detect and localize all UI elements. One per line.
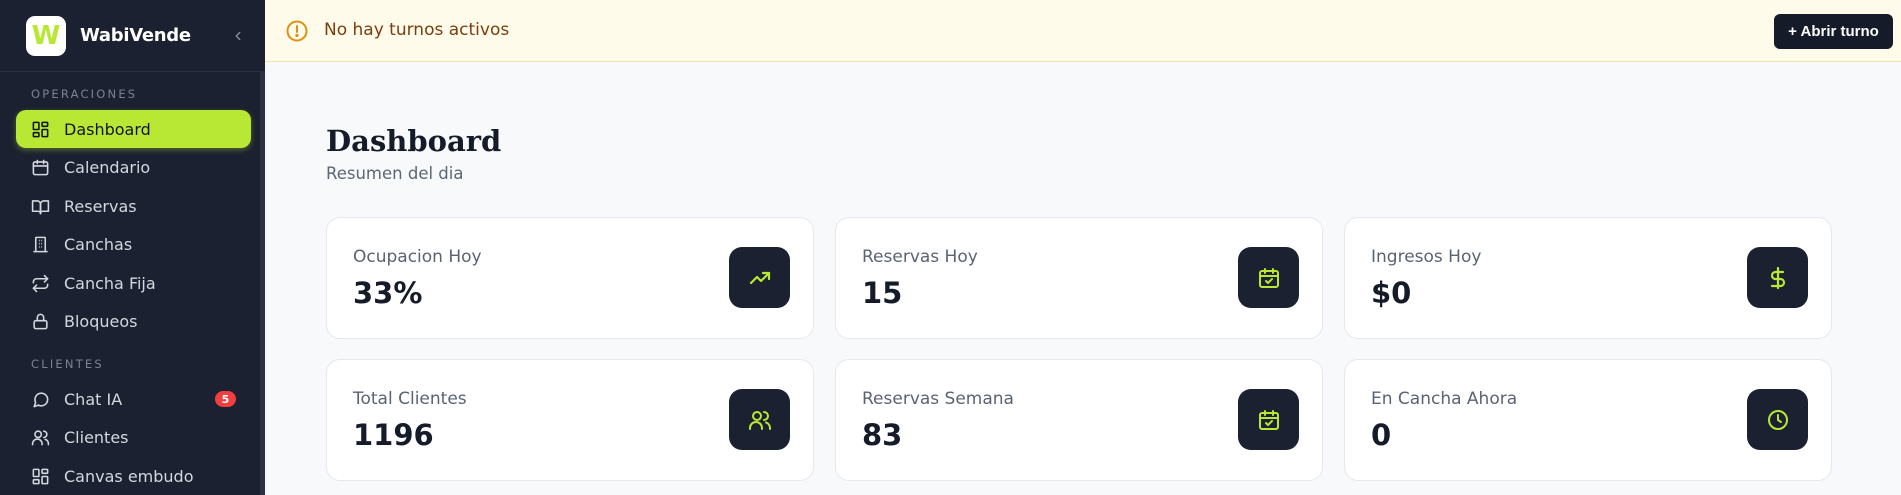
lock-icon — [33, 313, 48, 329]
calendar-icon — [32, 159, 49, 175]
open-shift-button[interactable]: + Abrir turno — [1774, 14, 1893, 49]
app-logo[interactable]: W — [26, 15, 66, 56]
notification-badge: 5 — [215, 391, 236, 407]
stat-icon-tile — [1238, 389, 1299, 450]
sidebar-item-label: Dashboard — [64, 119, 151, 139]
main-content: Dashboard Resumen del dia Ocupacion Hoy … — [265, 62, 1901, 495]
sidebar-item-bloqueos[interactable]: Bloqueos — [16, 302, 251, 340]
banner-message: No hay turnos activos — [324, 20, 510, 40]
stat-icon-tile — [729, 389, 790, 450]
stat-label: Ingresos Hoy — [1371, 247, 1482, 267]
sidebar-item-chat-ia[interactable]: Chat IA 5 — [16, 380, 251, 418]
stat-label: En Cancha Ahora — [1371, 389, 1518, 409]
sidebar-item-label: Cancha Fija — [64, 273, 156, 293]
shift-warning-banner: No hay turnos activos + Abrir turno — [265, 0, 1901, 62]
calendar-check-icon — [1258, 267, 1279, 288]
sidebar-item-label: Clientes — [64, 427, 129, 447]
sidebar-item-dashboard[interactable]: Dashboard — [16, 110, 251, 148]
stat-card-reservas-hoy: Reservas Hoy 15 — [835, 217, 1323, 339]
dashboard-icon — [32, 121, 49, 137]
sidebar-item-label: Chat IA — [64, 389, 123, 409]
logo-letter: W — [31, 20, 61, 51]
repeat-icon — [32, 274, 49, 292]
stat-card-reservas-semana: Reservas Semana 83 — [835, 359, 1323, 481]
grid-icon — [32, 468, 49, 484]
collapse-sidebar-button[interactable] — [228, 24, 248, 48]
sidebar: W WabiVende OPERACIONES Dashboard Calend… — [0, 0, 265, 495]
building-icon — [33, 236, 48, 252]
page-title: Dashboard — [326, 124, 502, 158]
stat-value: 15 — [862, 276, 903, 310]
sidebar-item-calendario[interactable]: Calendario — [16, 148, 251, 186]
chevron-left-icon — [235, 31, 241, 41]
chat-icon — [33, 391, 49, 407]
stat-icon-tile — [1747, 389, 1808, 450]
stat-icon-tile — [1747, 247, 1808, 308]
sidebar-item-label: Canvas embudo — [64, 466, 194, 486]
sidebar-item-cancha-fija[interactable]: Cancha Fija — [16, 264, 251, 302]
sidebar-item-canchas[interactable]: Canchas — [16, 225, 251, 263]
users-icon — [31, 429, 50, 445]
stat-value: $0 — [1371, 276, 1412, 310]
sidebar-item-label: Bloqueos — [64, 311, 138, 331]
sidebar-item-label: Canchas — [64, 234, 133, 254]
app-name: WabiVende — [80, 25, 191, 46]
sidebar-item-label: Calendario — [64, 157, 151, 177]
stat-icon-tile — [1238, 247, 1299, 308]
sidebar-item-canvas-embudo[interactable]: Canvas embudo — [16, 457, 251, 495]
stat-label: Reservas Hoy — [862, 247, 978, 267]
stat-icon-tile — [729, 247, 790, 308]
users-icon — [748, 410, 771, 430]
sidebar-item-reservas[interactable]: Reservas — [16, 187, 251, 225]
sidebar-item-clientes[interactable]: Clientes — [16, 418, 251, 456]
book-icon — [31, 199, 50, 214]
stat-label: Reservas Semana — [862, 389, 1014, 409]
stat-label: Total Clientes — [353, 389, 467, 409]
trending-up-icon — [749, 271, 770, 284]
stat-label: Ocupacion Hoy — [353, 247, 482, 267]
stat-card-en-cancha: En Cancha Ahora 0 — [1344, 359, 1832, 481]
sidebar-item-label: Reservas — [64, 196, 137, 216]
stat-card-total-clientes: Total Clientes 1196 — [326, 359, 814, 481]
stat-value: 33% — [353, 276, 423, 310]
sidebar-brand: W WabiVende — [0, 0, 265, 72]
stat-card-ocupacion: Ocupacion Hoy 33% — [326, 217, 814, 339]
stat-value: 1196 — [353, 418, 434, 452]
stat-value: 83 — [862, 418, 903, 452]
section-clientes: CLIENTES — [31, 357, 104, 371]
calendar-check-icon — [1258, 409, 1279, 430]
dollar-icon — [1770, 266, 1785, 289]
section-operaciones: OPERACIONES — [31, 87, 138, 101]
stat-value: 0 — [1371, 418, 1392, 452]
stat-card-ingresos: Ingresos Hoy $0 — [1344, 217, 1832, 339]
clock-icon — [1767, 409, 1788, 430]
alert-circle-icon — [286, 20, 308, 42]
page-subtitle: Resumen del dia — [326, 164, 464, 183]
